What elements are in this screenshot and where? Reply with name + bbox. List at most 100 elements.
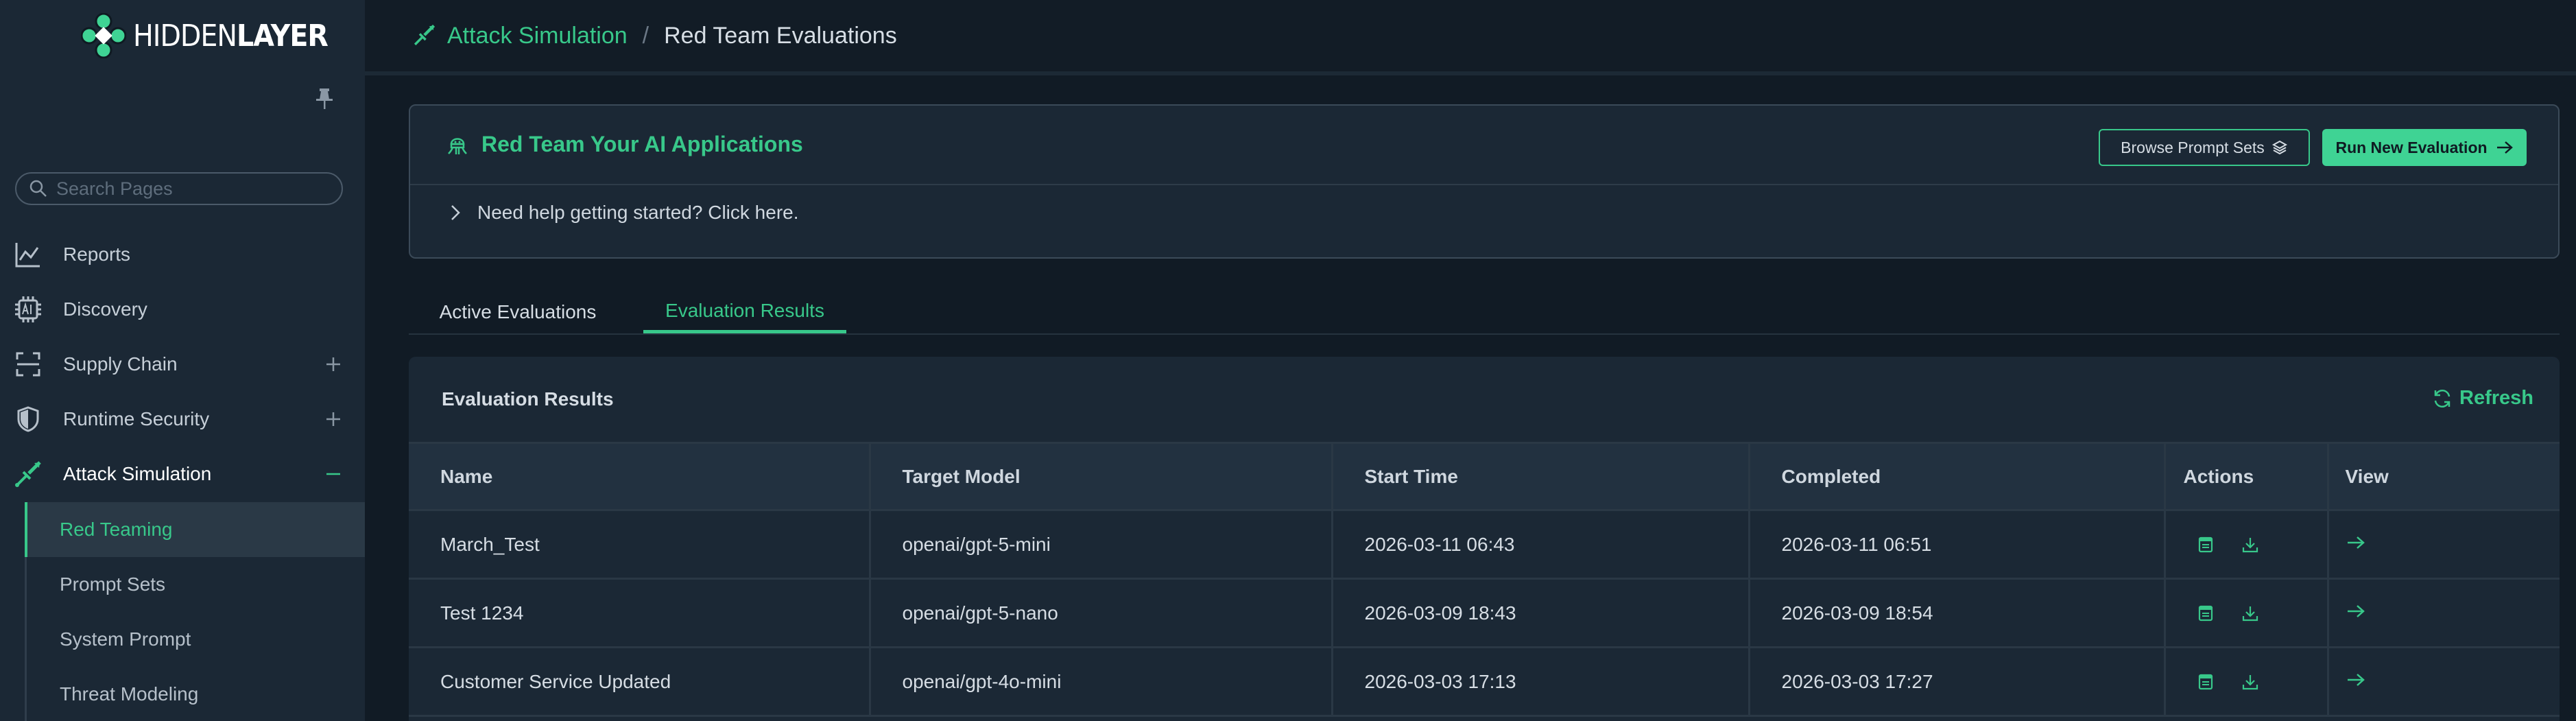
browse-prompt-sets-button[interactable]: Browse Prompt Sets [2099,129,2310,166]
search-input[interactable] [56,178,331,200]
sidebar-subitem-threat-modeling[interactable]: Threat Modeling [27,667,367,721]
download-icon[interactable] [2241,673,2259,691]
refresh-button[interactable]: Refresh [2432,387,2533,410]
sword-icon [14,460,43,488]
sidebar-item-discovery[interactable]: Discovery [0,282,365,337]
banner-header: Red Team Your AI Applications Browse Pro… [410,106,2558,185]
cell-target-model: openai/gpt-5-mini [868,509,1333,580]
breadcrumb-separator: / [642,22,649,49]
cell-actions [2163,646,2329,717]
sword-icon [414,24,436,46]
sidebar-subitem-label: System Prompt [60,628,191,650]
collapse-minus-icon[interactable] [322,463,344,485]
search-box[interactable] [15,172,343,205]
scan-icon [14,350,43,379]
cell-name: March_Test [409,509,871,580]
layers-icon [2271,140,2287,155]
red-team-banner: Red Team Your AI Applications Browse Pro… [409,104,2560,259]
column-header-name[interactable]: Name [409,442,871,511]
chart-line-icon [14,240,43,269]
sidebar-subitem-red-teaming[interactable]: Red Teaming [25,502,365,557]
column-header-start-time[interactable]: Start Time [1331,442,1750,511]
cell-completed: 2026-03-09 18:54 [1748,578,2166,648]
cell-start-time: 2026-03-09 18:43 [1331,578,1750,648]
expand-plus-icon[interactable] [322,408,344,430]
refresh-label: Refresh [2459,387,2533,409]
run-new-evaluation-button[interactable]: Run New Evaluation [2322,129,2527,166]
breadcrumb-parent-link[interactable]: Attack Simulation [447,23,628,49]
cell-actions [2163,509,2329,580]
tab-active-evaluations[interactable]: Active Evaluations [418,291,617,333]
cell-start-time: 2026-03-11 06:43 [1331,509,1750,580]
browse-prompt-sets-label: Browse Prompt Sets [2121,138,2265,156]
tab-evaluation-results[interactable]: Evaluation Results [643,291,846,333]
view-arrow-icon[interactable] [2346,603,2366,619]
breadcrumb: Attack Simulation / Red Team Evaluations [412,22,897,49]
column-header-view: View [2326,442,2560,511]
run-new-evaluation-label: Run New Evaluation [2335,138,2488,156]
sidebar-subitem-label: Prompt Sets [60,574,166,595]
sidebar-subitem-label: Threat Modeling [60,683,199,705]
cell-target-model: openai/gpt-4o-mini [868,646,1333,717]
help-toggle[interactable]: Need help getting started? Click here. [449,202,799,224]
report-icon[interactable] [2197,536,2214,554]
cell-name: Test 1234 [409,578,871,648]
table-row[interactable]: Customer Service Updated openai/gpt-4o-m… [409,646,2560,717]
evaluation-tabs: Active Evaluations Evaluation Results [409,279,2560,335]
download-icon[interactable] [2241,536,2259,554]
sidebar-item-label: Discovery [63,298,147,320]
app-root: HIDDENLAYER Reports [0,0,2576,721]
cell-view [2326,646,2560,717]
sidebar-subitem-system-prompt[interactable]: System Prompt [27,612,367,667]
shield-icon [14,405,43,434]
sidebar-item-label: Supply Chain [63,353,178,375]
table-header-row: Name Target Model Start Time Completed A… [409,442,2560,511]
help-text: Need help getting started? Click here. [477,202,799,223]
arrow-right-icon [2496,141,2513,154]
table-row[interactable]: Test 1234 openai/gpt-5-nano 2026-03-09 1… [409,578,2560,648]
report-icon[interactable] [2197,604,2214,622]
sidebar-item-label: Reports [63,244,131,265]
banner-title-text: Red Team Your AI Applications [481,132,803,156]
cell-name: Customer Service Updated [409,646,871,717]
column-header-completed[interactable]: Completed [1748,442,2166,511]
sidebar-item-reports[interactable]: Reports [0,227,365,282]
cell-actions [2163,578,2329,648]
logo[interactable]: HIDDENLAYER [81,12,329,59]
logo-mark-icon [81,13,126,58]
sidebar-subitem-label: Red Teaming [60,519,173,540]
banner-title: Red Team Your AI Applications [446,132,803,157]
cell-view [2326,578,2560,648]
sidebar-item-supply-chain[interactable]: Supply Chain [0,337,365,392]
evaluation-results-card: Evaluation Results Refresh Name Target M… [409,357,2560,721]
logo-wordmark: HIDDENLAYER [133,18,329,54]
refresh-icon [2434,389,2450,407]
cell-view [2326,509,2560,580]
sidebar: HIDDENLAYER Reports [0,0,365,721]
logo-word-layer: LAYER [237,18,329,54]
results-title: Evaluation Results [442,388,614,410]
pin-icon[interactable] [314,87,335,110]
view-arrow-icon[interactable] [2346,534,2366,551]
topbar: Attack Simulation / Red Team Evaluations [365,0,2576,75]
sidebar-item-runtime-security[interactable]: Runtime Security [0,392,365,447]
sidebar-submenu: Red Teaming Prompt Sets System Prompt Th… [25,502,365,721]
octopus-icon [448,137,467,154]
download-icon[interactable] [2241,604,2259,622]
ai-chip-icon [14,295,43,324]
cell-target-model: openai/gpt-5-nano [868,578,1333,648]
sidebar-subitem-prompt-sets[interactable]: Prompt Sets [27,557,367,612]
chevron-right-icon [451,205,460,220]
view-arrow-icon[interactable] [2346,672,2366,688]
table-row[interactable]: March_Test openai/gpt-5-mini 2026-03-11 … [409,509,2560,580]
cell-completed: 2026-03-11 06:51 [1748,509,2166,580]
cell-start-time: 2026-03-03 17:13 [1331,646,1750,717]
report-icon[interactable] [2197,673,2214,691]
sidebar-item-attack-simulation[interactable]: Attack Simulation [0,447,365,501]
breadcrumb-current: Red Team Evaluations [664,22,897,49]
column-header-target-model[interactable]: Target Model [868,442,1333,511]
results-table: Name Target Model Start Time Completed A… [409,442,2560,717]
sidebar-item-label: Runtime Security [63,408,210,429]
column-header-actions: Actions [2163,442,2329,511]
expand-plus-icon[interactable] [322,353,344,375]
